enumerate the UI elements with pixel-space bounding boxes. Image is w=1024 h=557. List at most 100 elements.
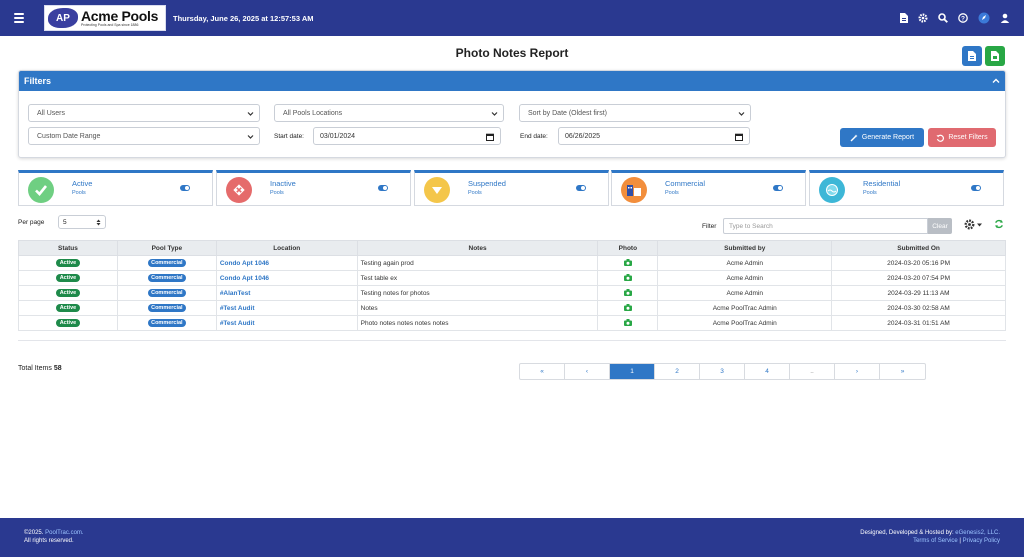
- submitted-by-cell: Acme Admin: [657, 270, 833, 286]
- reset-filters-button[interactable]: Reset Filters: [928, 128, 996, 147]
- card-subtitle: Pools: [665, 190, 679, 196]
- search-input[interactable]: Type to Search: [723, 218, 928, 234]
- footer: ©2025. PoolTrac.com. All rights reserved…: [0, 518, 1024, 557]
- pagination-first[interactable]: «: [520, 364, 565, 379]
- end-date-input[interactable]: 06/26/2025: [558, 127, 750, 145]
- location-link[interactable]: #Test Audit: [215, 300, 358, 316]
- column-header-photo[interactable]: Photo: [597, 240, 659, 256]
- column-header-pool-type[interactable]: Pool Type: [116, 240, 217, 256]
- location-link[interactable]: #Test Audit: [215, 315, 358, 331]
- pool-icon: [819, 177, 845, 203]
- card-active-pools[interactable]: Active Pools: [18, 170, 213, 206]
- card-commercial-pools[interactable]: Commercial Pools: [611, 170, 806, 206]
- sort-arrows-icon: [96, 219, 101, 226]
- card-title: Inactive: [270, 179, 296, 188]
- toggle-switch[interactable]: [180, 185, 190, 191]
- table-row[interactable]: Active Commercial #Test Audit Photo note…: [18, 315, 1006, 331]
- search-icon[interactable]: [938, 13, 948, 23]
- notes-cell: Test table ex: [356, 270, 599, 286]
- page-title: Photo Notes Report: [455, 46, 569, 60]
- gear-icon[interactable]: [918, 13, 928, 23]
- table-row[interactable]: Active Commercial Condo Apt 1046 Testing…: [18, 255, 1006, 271]
- location-link[interactable]: Condo Apt 1046: [215, 270, 358, 286]
- column-settings-button[interactable]: [964, 219, 982, 230]
- menu-icon[interactable]: [14, 13, 24, 23]
- card-title: Residential: [863, 179, 901, 188]
- pagination-page-1[interactable]: 1: [610, 364, 655, 379]
- users-select[interactable]: All Users: [28, 104, 260, 122]
- pool-type-badge: Commercial: [148, 319, 186, 327]
- refresh-icon[interactable]: [994, 219, 1004, 229]
- toggle-switch[interactable]: [576, 185, 586, 191]
- rights-text: All rights reserved.: [24, 538, 74, 544]
- camera-icon[interactable]: [623, 274, 632, 282]
- submitted-on-cell: 2024-03-29 11:13 AM: [831, 285, 1006, 301]
- sort-select[interactable]: Sort by Date (Oldest first): [519, 104, 751, 122]
- camera-icon[interactable]: [623, 259, 632, 267]
- chevron-up-icon[interactable]: [991, 76, 1001, 86]
- pagination-prev[interactable]: ‹: [565, 364, 610, 379]
- pagination-last[interactable]: »: [880, 364, 925, 379]
- pagination-next[interactable]: ›: [835, 364, 880, 379]
- date-range-select[interactable]: Custom Date Range: [28, 127, 260, 145]
- pagination-ellipsis: ..: [790, 364, 835, 379]
- submitted-on-cell: 2024-03-30 02:58 AM: [831, 300, 1006, 316]
- card-residential-pools[interactable]: Residential Pools: [809, 170, 1004, 206]
- notes-cell: Testing again prod: [356, 255, 599, 271]
- filters-panel: Filters All Users All Pools Locations So…: [18, 70, 1006, 158]
- rocket-icon[interactable]: [978, 12, 990, 24]
- filters-header[interactable]: Filters: [19, 71, 1005, 91]
- logo[interactable]: AP Acme Pools Protecting Pools and Spa s…: [44, 5, 166, 31]
- card-inactive-pools[interactable]: Inactive Pools: [216, 170, 411, 206]
- camera-icon[interactable]: [623, 319, 632, 327]
- column-header-location[interactable]: Location: [215, 240, 358, 256]
- total-items-value: 58: [53, 365, 62, 372]
- pagination-page-3[interactable]: 3: [700, 364, 745, 379]
- current-datetime: Thursday, June 26, 2025 at 12:57:53 AM: [173, 13, 314, 23]
- pool-type-badge: Commercial: [148, 289, 186, 297]
- calendar-icon[interactable]: [486, 133, 494, 141]
- status-badge: Active: [55, 319, 81, 327]
- card-subtitle: Pools: [468, 190, 482, 196]
- calendar-icon[interactable]: [735, 133, 743, 141]
- pagination-page-2[interactable]: 2: [655, 364, 700, 379]
- location-link[interactable]: #AlanTest: [215, 285, 358, 301]
- submitted-by-cell: Acme PoolTrac Admin: [657, 315, 833, 331]
- privacy-link[interactable]: Privacy Policy: [963, 538, 1000, 544]
- export-pdf-button[interactable]: [962, 46, 982, 66]
- camera-icon[interactable]: [623, 304, 632, 312]
- location-link[interactable]: Condo Apt 1046: [215, 255, 358, 271]
- clear-search-button[interactable]: Clear: [928, 218, 952, 234]
- submitted-on-cell: 2024-03-20 05:16 PM: [831, 255, 1006, 271]
- table-row[interactable]: Active Commercial #Test Audit Notes Acme…: [18, 300, 1006, 316]
- user-icon[interactable]: [1000, 13, 1010, 23]
- export-excel-button[interactable]: [985, 46, 1005, 66]
- column-header-notes[interactable]: Notes: [356, 240, 599, 256]
- per-page-select[interactable]: 5: [58, 215, 106, 229]
- column-header-submitted-on[interactable]: Submitted On: [831, 240, 1006, 256]
- pagination-page-4[interactable]: 4: [745, 364, 790, 379]
- locations-select[interactable]: All Pools Locations: [274, 104, 504, 122]
- toggle-switch[interactable]: [378, 185, 388, 191]
- card-suspended-pools[interactable]: Suspended Pools: [414, 170, 609, 206]
- column-header-submitted-by[interactable]: Submitted by: [657, 240, 833, 256]
- generate-report-button[interactable]: Generate Report: [840, 128, 924, 147]
- help-icon[interactable]: ?: [958, 13, 968, 23]
- start-date-input[interactable]: 03/01/2024: [313, 127, 501, 145]
- toggle-switch[interactable]: [971, 185, 981, 191]
- camera-icon[interactable]: [623, 289, 632, 297]
- toggle-switch[interactable]: [773, 185, 783, 191]
- card-subtitle: Pools: [270, 190, 284, 196]
- table-row[interactable]: Active Commercial #AlanTest Testing note…: [18, 285, 1006, 301]
- check-icon: [28, 177, 54, 203]
- egenesis-link[interactable]: eGenesis2, LLC.: [955, 530, 1000, 536]
- pooltrac-link[interactable]: PoolTrac.com.: [45, 530, 83, 536]
- svg-text:?: ?: [961, 15, 965, 22]
- terms-link[interactable]: Terms of Service: [913, 538, 958, 544]
- column-header-status[interactable]: Status: [18, 240, 118, 256]
- pool-type-badge: Commercial: [148, 304, 186, 312]
- card-subtitle: Pools: [863, 190, 877, 196]
- chevron-down-icon: [491, 112, 498, 116]
- table-row[interactable]: Active Commercial Condo Apt 1046 Test ta…: [18, 270, 1006, 286]
- document-icon[interactable]: [900, 13, 908, 23]
